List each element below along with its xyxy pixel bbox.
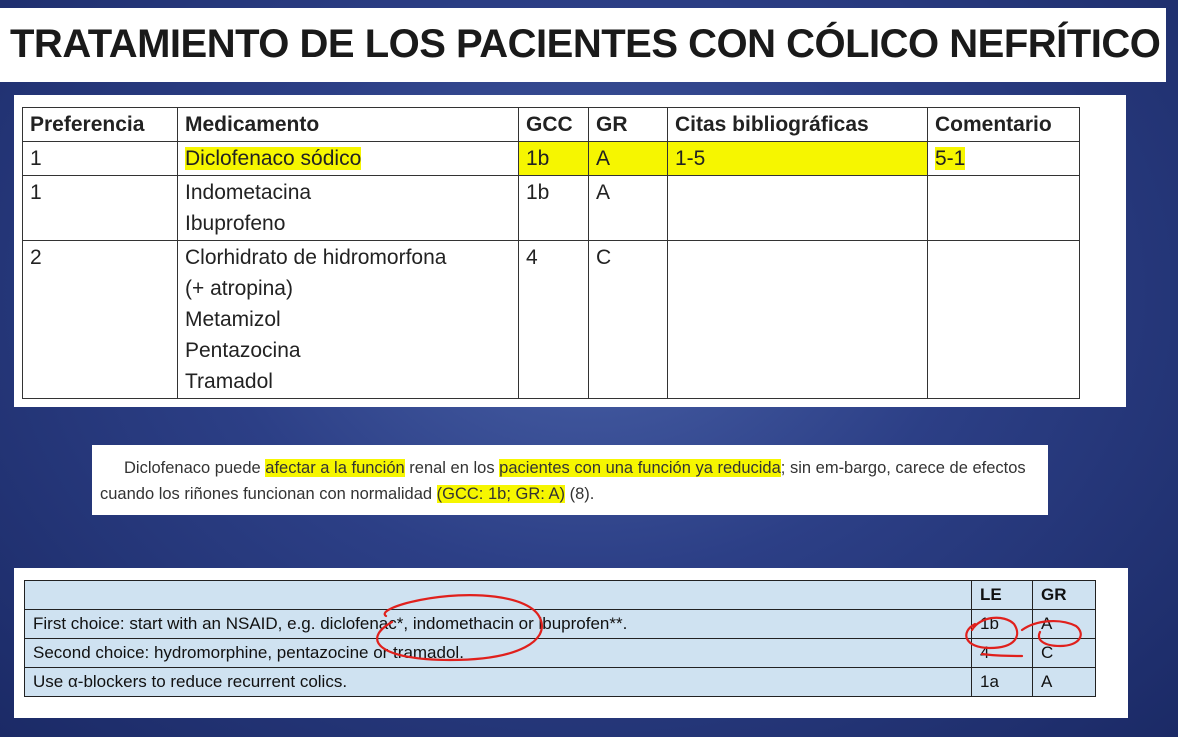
cell-medicamento: Diclofenaco sódico	[177, 141, 519, 176]
cell-medicamento: Clorhidrato de hidromorfona (+ atropina)…	[177, 240, 519, 399]
english-table-panel: LE GR First choice: start with an NSAID,…	[14, 568, 1128, 718]
header-medicamento: Medicamento	[177, 107, 519, 142]
header-gr: GR	[1032, 580, 1096, 610]
cell-citas: 1-5	[667, 141, 928, 176]
header-gr: GR	[588, 107, 668, 142]
cell-gcc: 4	[518, 240, 589, 399]
cell-gr: A	[1032, 609, 1096, 639]
table-header-row: LE GR	[24, 580, 1096, 610]
cell-gr: A	[588, 141, 668, 176]
header-gcc: GCC	[518, 107, 589, 142]
cell-citas	[667, 175, 928, 241]
diclofenac-note-panel: Diclofenaco puede afectar a la función r…	[92, 445, 1048, 515]
cell-gr: C	[1032, 638, 1096, 668]
note-highlight: (GCC: 1b; GR: A)	[436, 485, 565, 503]
cell-gr: A	[1032, 667, 1096, 697]
note-text: (8).	[565, 485, 595, 503]
cell-gcc: 1b	[518, 175, 589, 241]
diclofenac-note: Diclofenaco puede afectar a la función r…	[100, 455, 1044, 507]
cell-preferencia: 1	[22, 175, 178, 241]
medicamento-line: Pentazocina	[185, 339, 301, 362]
spanish-table-panel: Preferencia Medicamento GCC GR Citas bib…	[14, 95, 1126, 407]
cell-gcc: 1b	[518, 141, 589, 176]
note-highlight: pacientes con una función ya reducida	[499, 459, 781, 477]
table-row: 2 Clorhidrato de hidromorfona (+ atropin…	[22, 240, 1080, 399]
cell-comentario	[927, 240, 1080, 399]
medicamento-line: Ibuprofeno	[185, 212, 286, 235]
cell-medicamento: Indometacina Ibuprofeno	[177, 175, 519, 241]
cell-le: 1b	[971, 609, 1033, 639]
cell-le: 1a	[971, 667, 1033, 697]
medicamento-line: Clorhidrato de hidromorfona	[185, 246, 447, 269]
header-le: LE	[971, 580, 1033, 610]
medicamento-line: (+ atropina)	[185, 277, 293, 300]
note-text: Diclofenaco puede	[124, 459, 266, 477]
cell-preferencia: 2	[22, 240, 178, 399]
slide-title: TRATAMIENTO DE LOS PACIENTES CON CÓLICO …	[10, 22, 1161, 66]
note-highlight: afectar a la función	[265, 459, 405, 477]
header-citas: Citas bibliográficas	[667, 107, 928, 142]
table-row: 1 Indometacina Ibuprofeno 1b A	[22, 175, 1080, 241]
cell-comentario	[927, 175, 1080, 241]
title-banner: TRATAMIENTO DE LOS PACIENTES CON CÓLICO …	[0, 8, 1166, 82]
cell-gr: C	[588, 240, 668, 399]
table-row: Use α-blockers to reduce recurrent colic…	[24, 667, 1096, 697]
table-header-row: Preferencia Medicamento GCC GR Citas bib…	[22, 107, 1080, 142]
header-comentario: Comentario	[927, 107, 1080, 142]
medicamento-highlighted: Diclofenaco sódico	[185, 147, 362, 170]
medicamento-line: Tramadol	[185, 370, 273, 393]
cell-recommendation: First choice: start with an NSAID, e.g. …	[24, 609, 972, 639]
cell-gr: A	[588, 175, 668, 241]
cell-le: 4	[971, 638, 1033, 668]
header-blank	[24, 580, 972, 610]
table-row: First choice: start with an NSAID, e.g. …	[24, 609, 1096, 639]
recommendation-table-en: LE GR First choice: start with an NSAID,…	[24, 580, 1096, 697]
note-text: renal en los	[404, 459, 500, 477]
comentario-highlighted: 5-1	[935, 147, 966, 170]
cell-preferencia: 1	[22, 141, 178, 176]
cell-comentario: 5-1	[927, 141, 1080, 176]
table-row: 1 Diclofenaco sódico 1b A 1-5 5-1	[22, 141, 1080, 176]
treatment-table-es: Preferencia Medicamento GCC GR Citas bib…	[22, 107, 1080, 399]
cell-recommendation: Use α-blockers to reduce recurrent colic…	[24, 667, 972, 697]
header-preferencia: Preferencia	[22, 107, 178, 142]
cell-recommendation: Second choice: hydromorphine, pentazocin…	[24, 638, 972, 668]
cell-citas	[667, 240, 928, 399]
table-row: Second choice: hydromorphine, pentazocin…	[24, 638, 1096, 668]
medicamento-line: Indometacina	[185, 181, 312, 204]
medicamento-line: Metamizol	[185, 308, 281, 331]
